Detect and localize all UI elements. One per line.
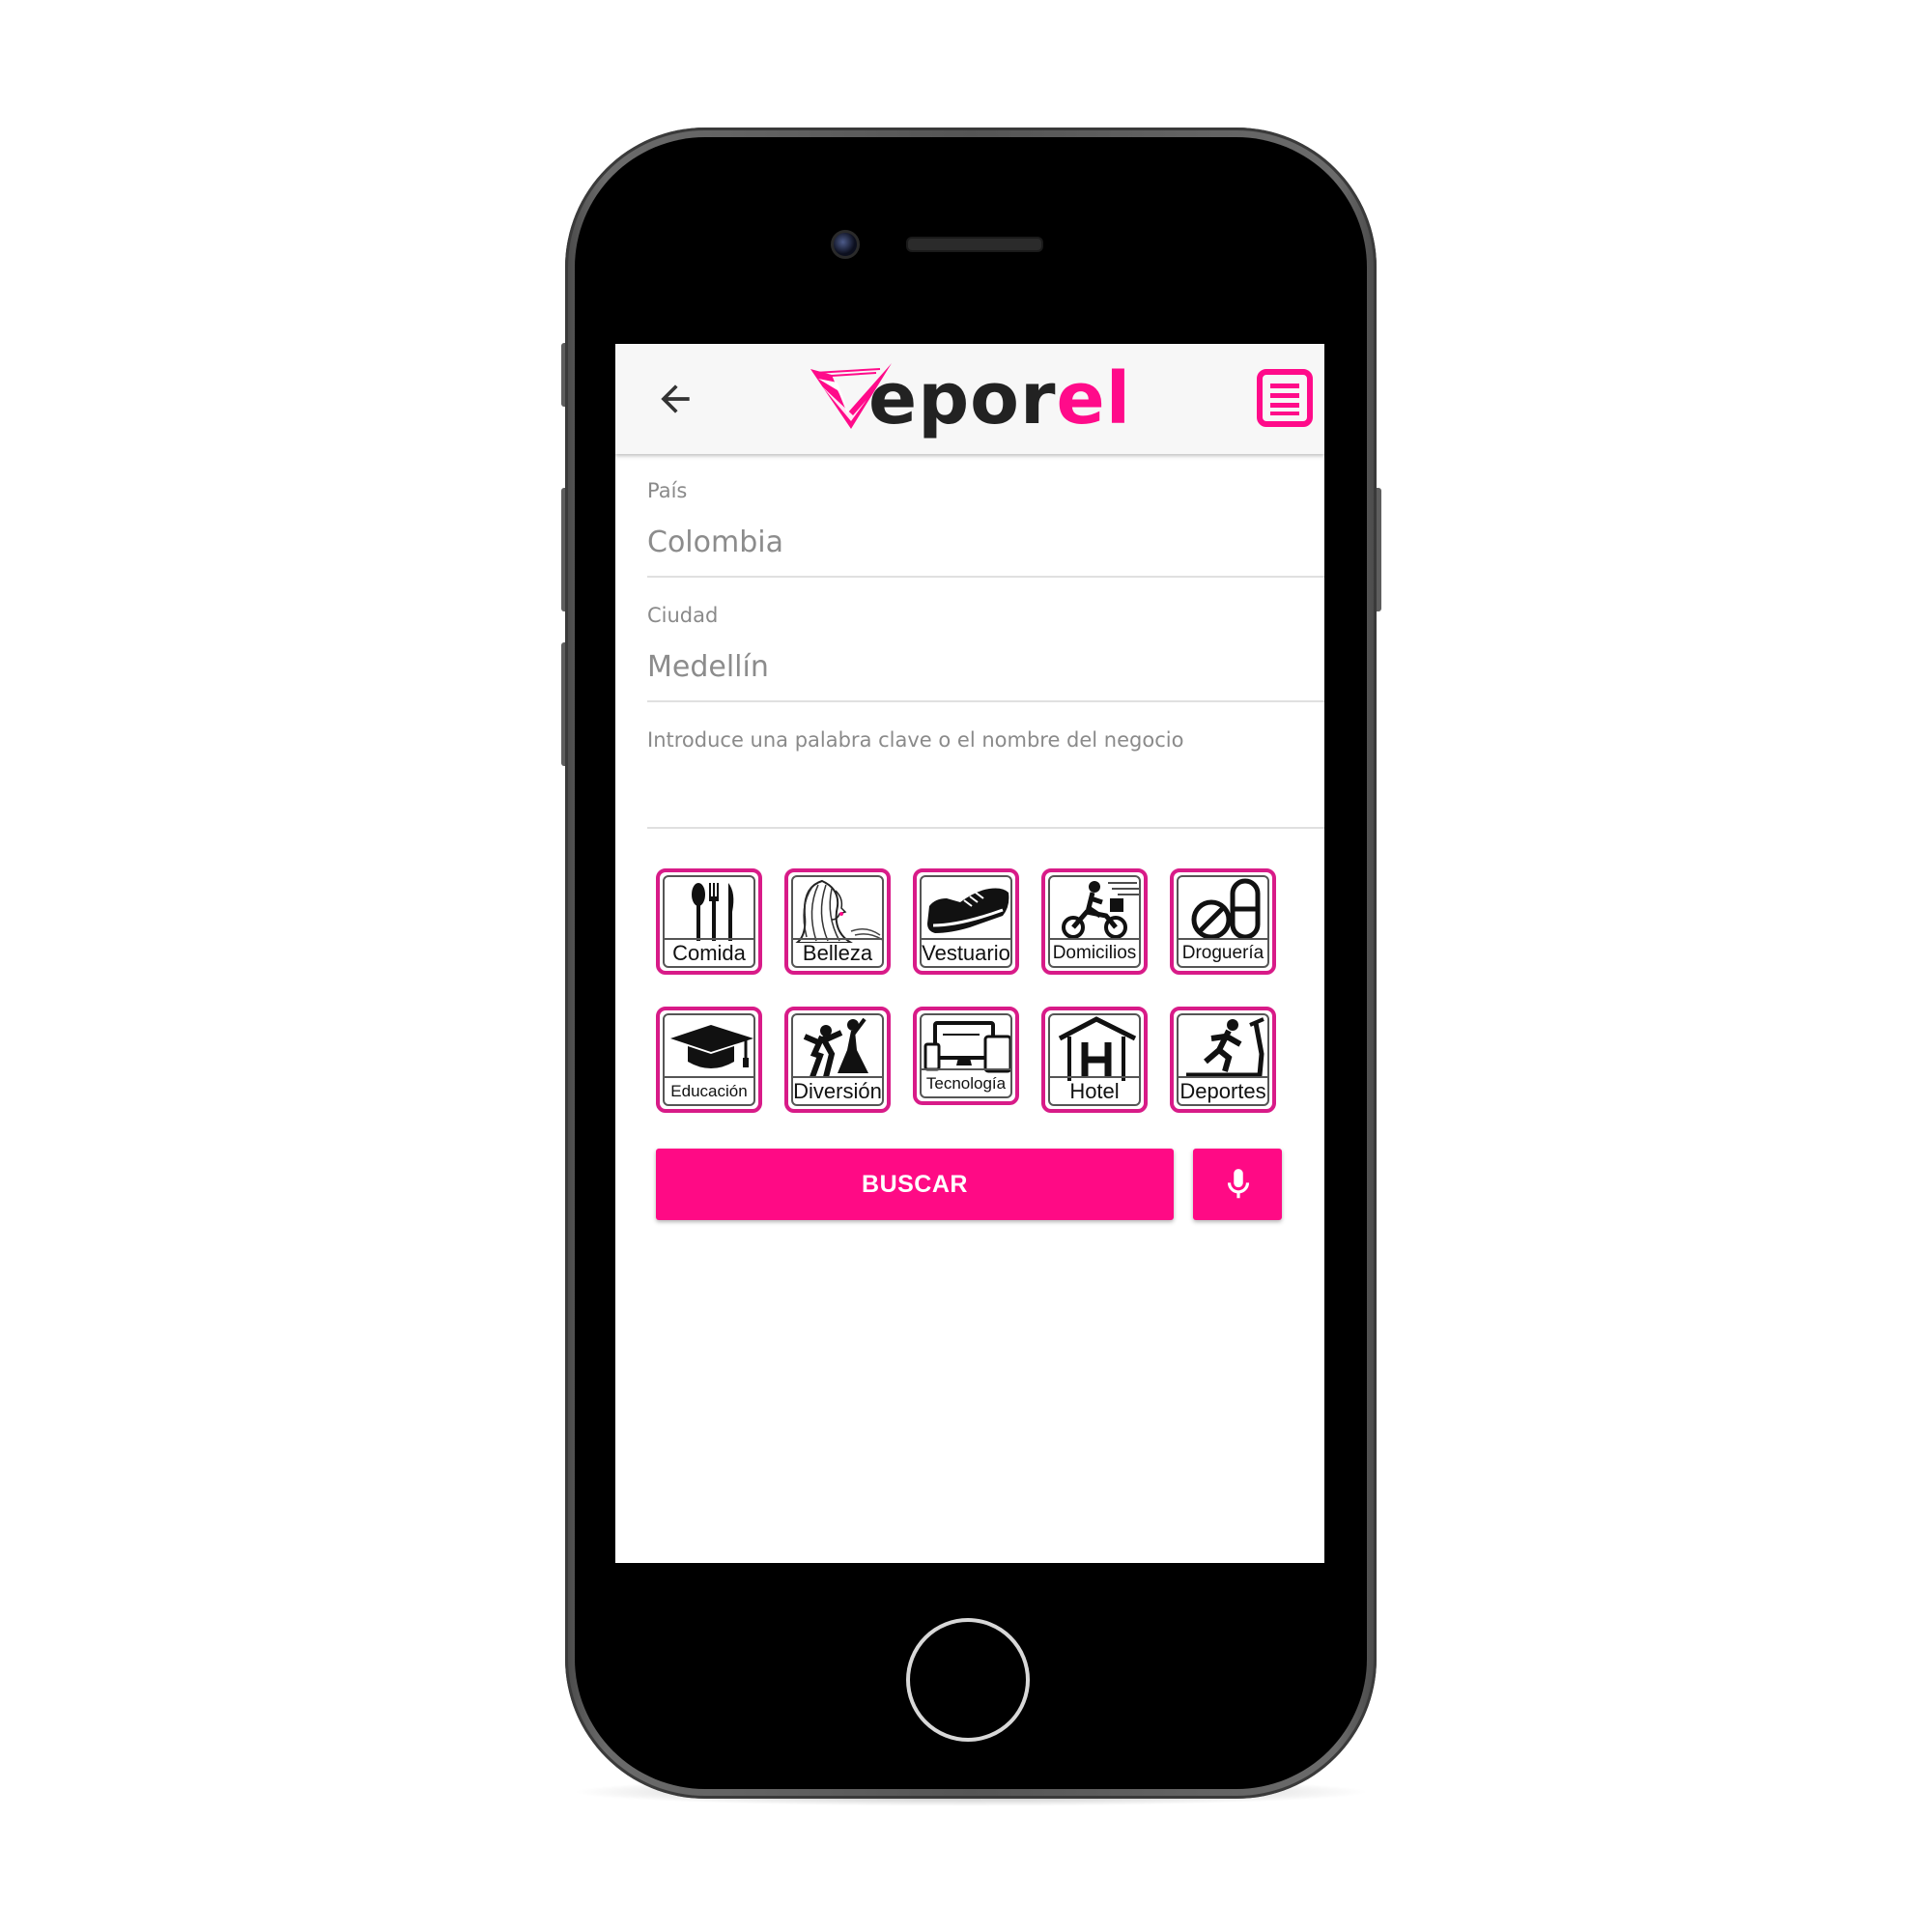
keyword-placeholder: Introduce una palabra clave o el nombre … [647,728,1184,752]
app-bar: eporel [615,344,1324,454]
category-label: Domicilios [1050,938,1139,966]
keyword-input[interactable]: Introduce una palabra clave o el nombre … [647,728,1324,829]
delivery-motorbike-icon [1062,881,1139,939]
category-label: Comida [665,938,753,966]
graduation-cap-icon [670,1025,753,1068]
category-deportes[interactable]: Deportes [1170,1007,1276,1113]
dancing-couple-icon [803,1017,868,1079]
category-label: Diversión [793,1076,882,1104]
home-button[interactable] [906,1618,1030,1742]
category-diversion[interactable]: Diversión [784,1007,891,1113]
arrow-left-icon[interactable] [654,378,696,420]
city-field[interactable]: Ciudad Medellín [647,604,1324,702]
category-vestuario[interactable]: Vestuario [913,868,1019,975]
search-button[interactable]: BUSCAR [656,1149,1174,1220]
category-label: Droguería [1179,938,1267,966]
category-tecnologia[interactable]: Tecnología [913,1007,1019,1105]
voice-search-button[interactable] [1193,1149,1282,1220]
category-label: Educación [665,1076,753,1104]
woman-hair-icon [795,879,882,943]
category-belleza[interactable]: Belleza [784,868,891,975]
app-screen: eporel País Colombia Ciudad Medellín Int… [615,344,1324,1563]
category-label: Hotel [1050,1076,1139,1104]
microphone-icon [1227,1169,1250,1199]
category-domicilios[interactable]: Domicilios [1041,868,1148,975]
pills-icon [1191,878,1261,940]
city-label: Ciudad [647,604,719,627]
country-value[interactable]: Colombia [647,526,783,559]
category-label: Tecnología [922,1068,1010,1096]
category-drogueria[interactable]: Droguería [1170,868,1276,975]
category-label: Belleza [793,938,882,966]
city-value[interactable]: Medellín [647,650,769,684]
category-hotel[interactable]: Hotel [1041,1007,1148,1113]
list-menu-icon[interactable] [1256,368,1314,428]
earpiece-speaker [906,237,1043,252]
treadmill-runner-icon [1186,1017,1264,1078]
brand-logo: eporel [809,357,1156,440]
country-field[interactable]: País Colombia [647,479,1324,578]
shoe-icon [927,888,1009,933]
cutlery-icon [692,883,734,941]
category-comida[interactable]: Comida [656,868,762,975]
hotel-icon [1058,1016,1137,1081]
country-label: País [647,479,688,502]
category-label: Deportes [1179,1076,1267,1104]
front-camera [831,230,860,259]
category-label: Vestuario [922,938,1010,966]
logo-wordmark: eporel [868,357,1132,440]
category-educacion[interactable]: Educación [656,1007,762,1113]
